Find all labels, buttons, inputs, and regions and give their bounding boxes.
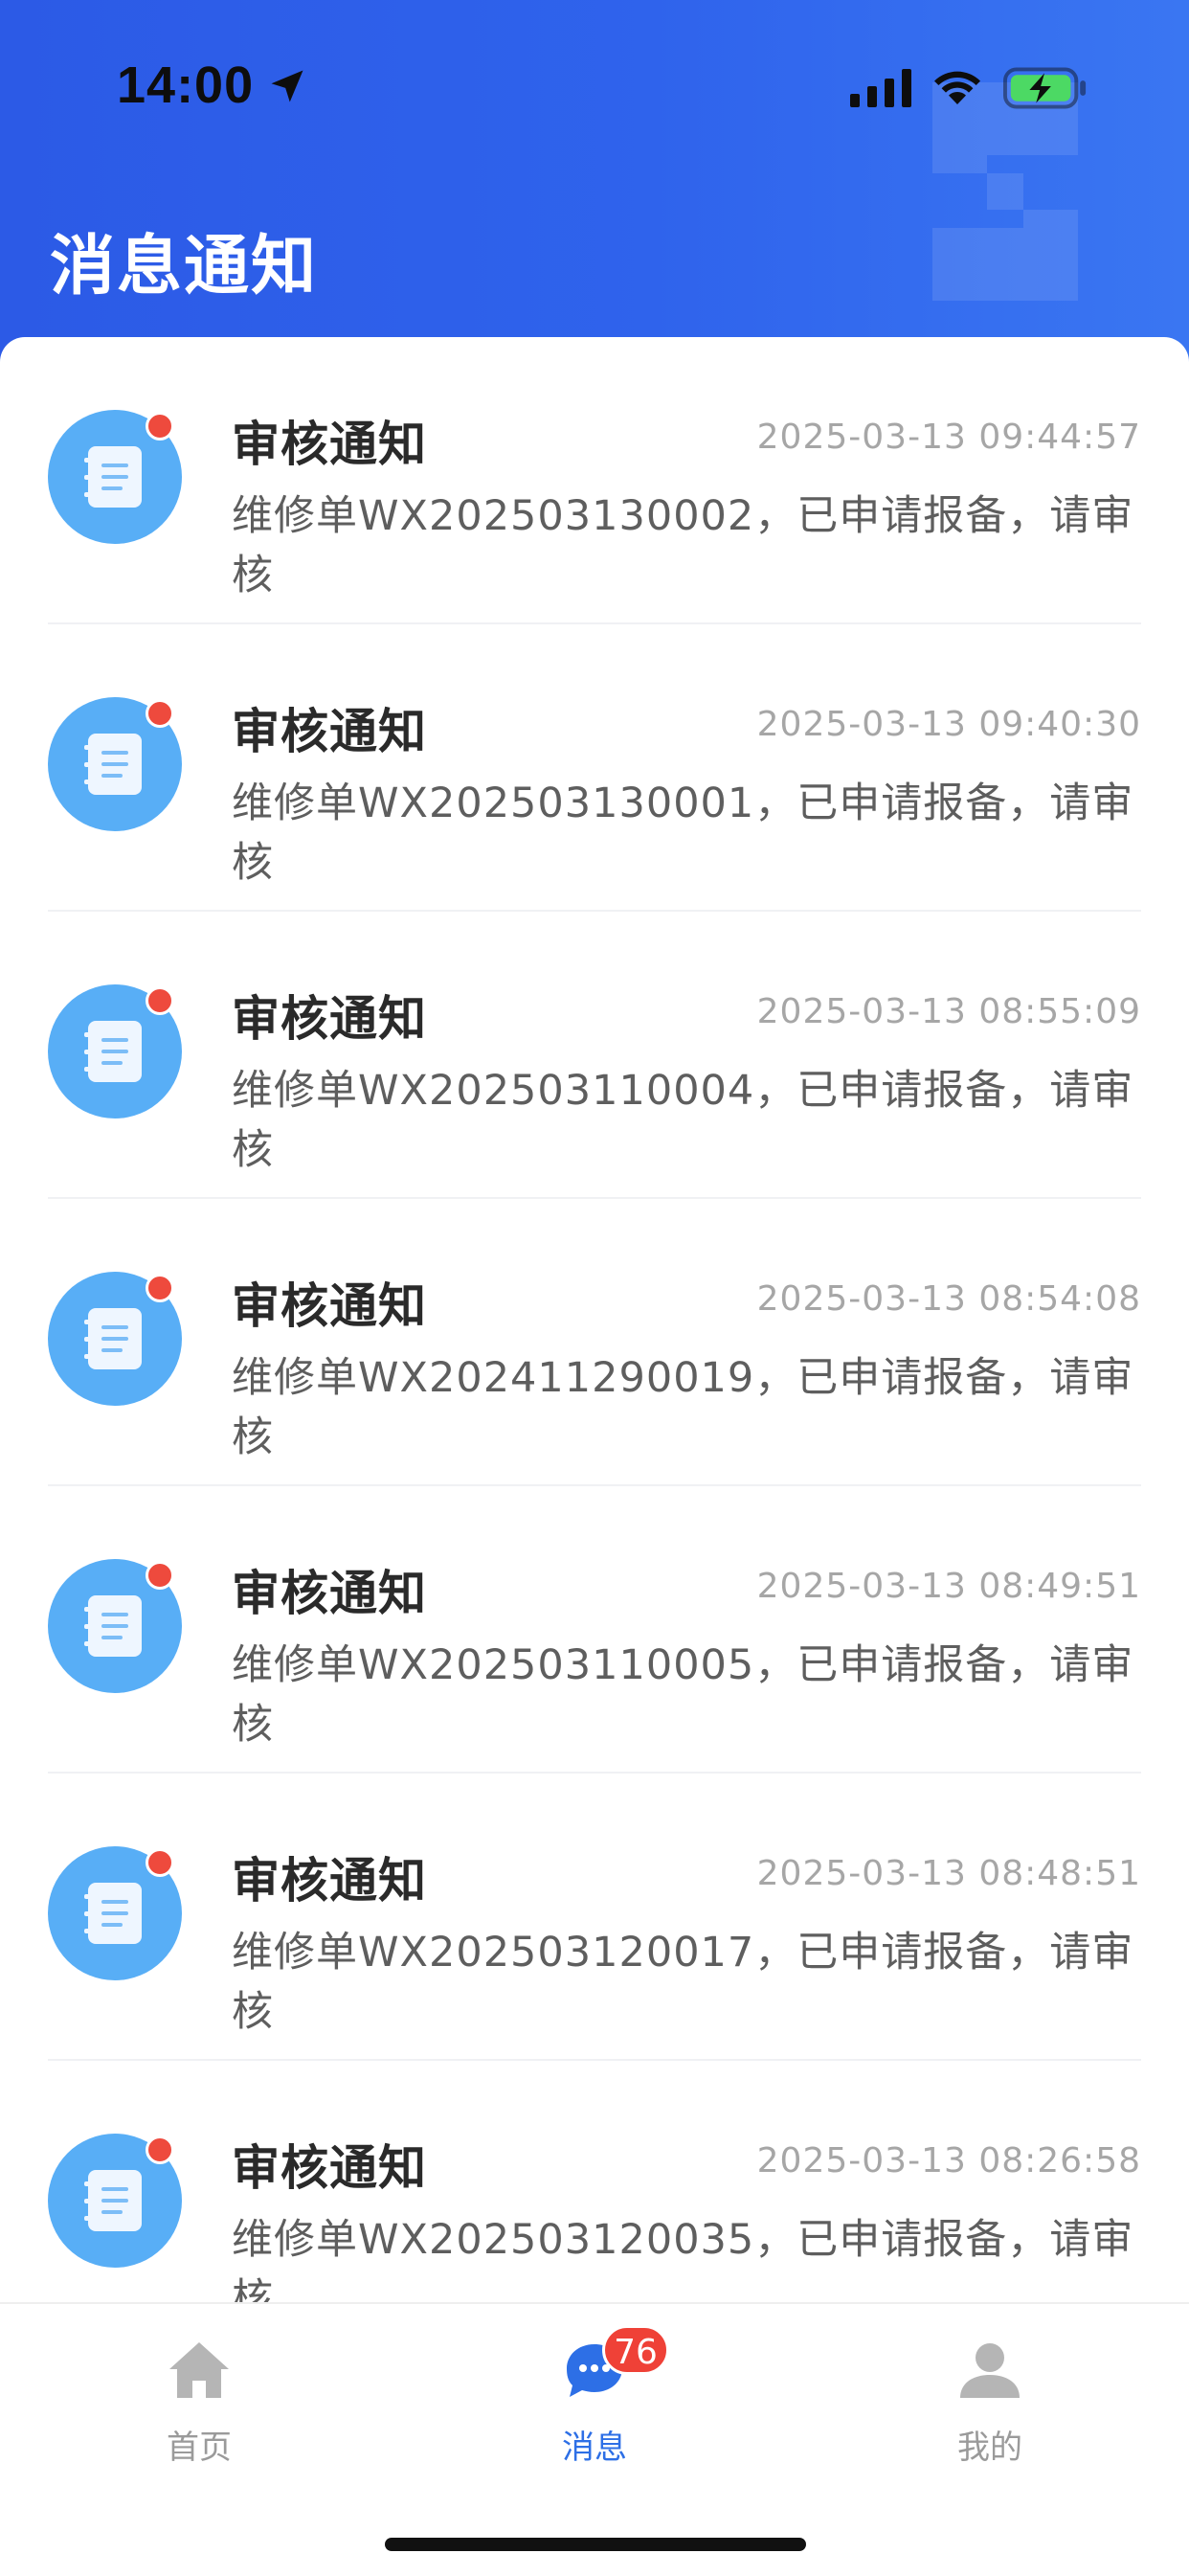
message-item[interactable]: 审核通知 2025-03-13 09:40:30 维修单WX2025031300… <box>0 624 1189 912</box>
tab-bar: 首页 76 消息 我的 <box>0 2302 1189 2576</box>
message-item[interactable]: 审核通知 2025-03-13 08:48:51 维修单WX2025031200… <box>0 1774 1189 2061</box>
message-body: 维修单WX202503110004，已申请报备，请审核 <box>232 1067 1134 1174</box>
message-time: 2025-03-13 08:54:08 <box>756 1279 1141 1319</box>
tab-messages-label: 消息 <box>562 2429 627 2467</box>
battery-charging-icon <box>1003 67 1087 109</box>
unread-dot <box>146 1561 174 1590</box>
message-title: 审核通知 <box>232 704 427 759</box>
tab-messages[interactable]: 76 消息 <box>489 2325 700 2473</box>
status-bar: 14:00 <box>0 0 1189 172</box>
message-title: 审核通知 <box>232 2140 427 2196</box>
message-list: 审核通知 2025-03-13 09:44:57 维修单WX2025031300… <box>0 337 1189 2302</box>
message-body: 维修单WX202503130001，已申请报备，请审核 <box>232 780 1134 887</box>
location-arrow-icon <box>271 70 303 102</box>
message-body: 维修单WX202503120035，已申请报备，请审核 <box>232 2216 1134 2302</box>
message-panel: 审核通知 2025-03-13 09:44:57 维修单WX2025031300… <box>0 337 1189 2302</box>
message-body: 维修单WX202411290019，已申请报备，请审核 <box>232 1354 1134 1461</box>
home-indicator[interactable] <box>385 2538 806 2551</box>
message-item[interactable]: 审核通知 2025-03-13 08:26:58 维修单WX2025031200… <box>0 2061 1189 2302</box>
tab-profile[interactable]: 我的 <box>885 2339 1095 2473</box>
status-time: 14:00 <box>117 56 255 114</box>
tab-profile-label: 我的 <box>957 2429 1022 2467</box>
message-title: 审核通知 <box>232 1278 427 1334</box>
unread-dot <box>146 1848 174 1877</box>
message-item[interactable]: 审核通知 2025-03-13 08:49:51 维修单WX2025031100… <box>0 1486 1189 1774</box>
message-title: 审核通知 <box>232 991 427 1047</box>
tab-home[interactable]: 首页 <box>94 2339 304 2473</box>
message-title: 审核通知 <box>232 1566 427 1621</box>
message-time: 2025-03-13 08:26:58 <box>756 2141 1141 2181</box>
message-time: 2025-03-13 08:48:51 <box>756 1854 1141 1893</box>
unread-dot <box>146 986 174 1015</box>
message-title: 审核通知 <box>232 417 427 472</box>
wifi-icon <box>934 71 980 104</box>
message-time: 2025-03-13 08:49:51 <box>756 1567 1141 1606</box>
unread-count-badge: 76 <box>602 2325 669 2375</box>
page-title: 消息通知 <box>50 229 319 305</box>
unread-dot <box>146 699 174 728</box>
cellular-signal-icon <box>850 69 911 107</box>
message-item[interactable]: 审核通知 2025-03-13 08:55:09 维修单WX2025031100… <box>0 912 1189 1199</box>
user-icon <box>960 2343 1020 2398</box>
message-time: 2025-03-13 09:40:30 <box>756 705 1141 744</box>
header: 14:00 消息通知 <box>0 0 1189 383</box>
unread-dot <box>146 2135 174 2164</box>
message-body: 维修单WX202503130002，已申请报备，请审核 <box>232 492 1134 599</box>
message-body: 维修单WX202503120017，已申请报备，请审核 <box>232 1929 1134 2036</box>
message-body: 维修单WX202503110005，已申请报备，请审核 <box>232 1641 1134 1749</box>
message-item[interactable]: 审核通知 2025-03-13 09:44:57 维修单WX2025031300… <box>0 337 1189 624</box>
message-title: 审核通知 <box>232 1853 427 1909</box>
home-icon <box>169 2342 229 2398</box>
tab-home-label: 首页 <box>167 2429 232 2467</box>
unread-dot <box>146 412 174 441</box>
message-time: 2025-03-13 09:44:57 <box>756 418 1141 457</box>
message-time: 2025-03-13 08:55:09 <box>756 992 1141 1031</box>
unread-dot <box>146 1274 174 1302</box>
message-item[interactable]: 审核通知 2025-03-13 08:54:08 维修单WX2024112900… <box>0 1199 1189 1486</box>
